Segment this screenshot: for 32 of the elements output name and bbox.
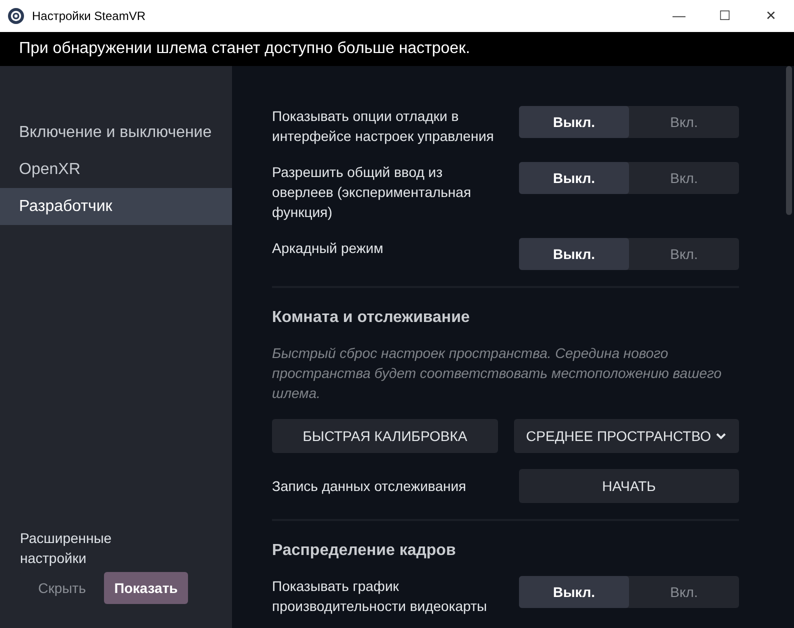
app-logo-icon — [8, 8, 24, 24]
setting-label: Запись данных отслеживания — [272, 477, 468, 496]
toggle-option[interactable]: Вкл. — [629, 106, 739, 138]
segment-button[interactable]: Показать — [104, 572, 188, 604]
start-button[interactable]: НАЧАТЬ — [519, 469, 739, 504]
sidebar-item[interactable]: Разработчик — [0, 188, 232, 225]
dropdown[interactable]: СРЕДНЕЕ ПРОСТРАНСТВО — [514, 419, 739, 454]
quick-calibration-button[interactable]: БЫСТРАЯ КАЛИБРОВКА — [272, 419, 498, 454]
segment-button[interactable]: Скрыть — [20, 572, 104, 604]
minimize-button[interactable]: — — [656, 0, 702, 32]
sidebar-item[interactable]: Включение и выключение — [0, 114, 232, 151]
description-text: Быстрый сброс настроек пространства. Середина нового пространства будет соответствовать местоположению вашего шлема. — [272, 344, 723, 404]
toggle-option[interactable]: Вкл. — [629, 238, 739, 270]
toggle-option[interactable]: Выкл. — [519, 576, 629, 608]
banner-message: При обнаружении шлема станет доступно больше настроек. — [0, 32, 794, 66]
setting-label: Показывать опции отладки в интерфейсе настроек управления — [272, 107, 495, 146]
sidebar-item[interactable]: OpenXR — [0, 151, 232, 188]
scrollbar-thumb[interactable] — [786, 66, 792, 215]
close-button[interactable]: ✕ — [748, 0, 794, 32]
maximize-button[interactable]: ☐ — [702, 0, 748, 32]
toggle-option[interactable]: Вкл. — [629, 162, 739, 194]
setting-label: Аркадный режим — [272, 239, 384, 258]
section-title: Распределение кадров — [272, 541, 457, 560]
setting-label: Разрешить общий ввод из оверлеев (экспериментальная функция) — [272, 163, 472, 222]
toggle-option[interactable]: Выкл. — [519, 162, 629, 194]
section-title: Комната и отслеживание — [272, 308, 471, 328]
setting-label: Показывать график производительности видеокарты — [272, 577, 488, 616]
advanced-settings-label: Расширенные настройки — [20, 529, 113, 568]
window-title: Настройки SteamVR — [32, 8, 147, 25]
toggle-option[interactable]: Выкл. — [519, 238, 629, 270]
toggle-option[interactable]: Выкл. — [519, 106, 629, 138]
toggle-option[interactable]: Вкл. — [629, 576, 739, 608]
